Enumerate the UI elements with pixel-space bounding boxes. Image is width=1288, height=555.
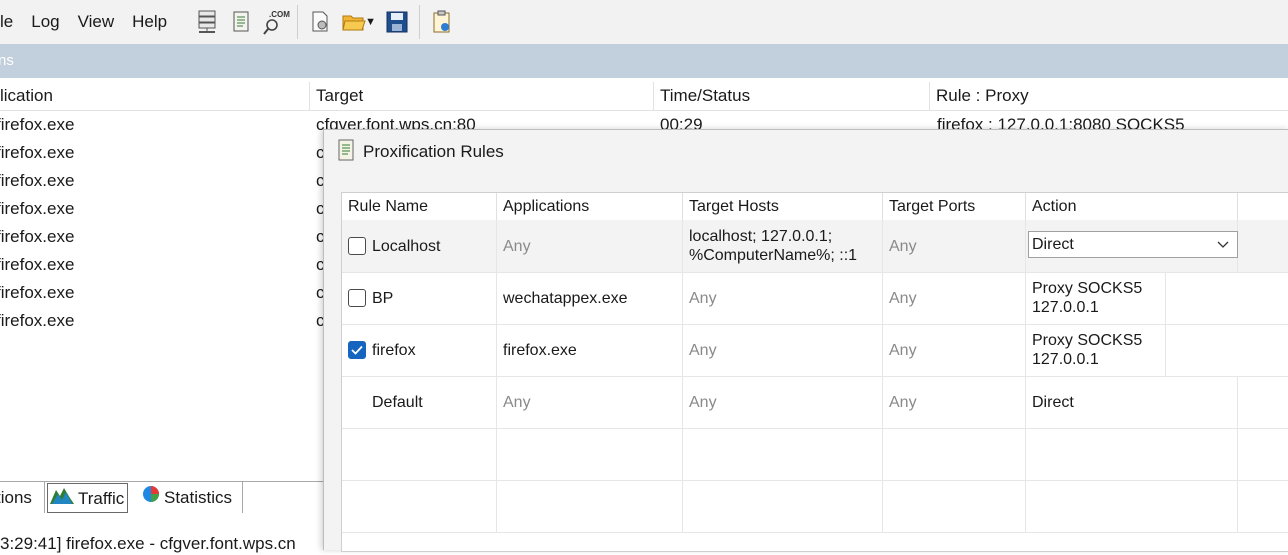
rule-row-firefox[interactable]: firefox firefox.exe Any Any Proxy SOCKS5…: [342, 324, 1288, 377]
column-target-ports[interactable]: Target Ports: [883, 193, 1026, 220]
cell-target-hosts: localhost; 127.0.0.1; %ComputerName%; ::…: [683, 220, 883, 272]
connections-header: lication Target Time/Status Rule : Proxy: [0, 82, 1288, 111]
cell-application: firefox.exe: [0, 115, 75, 134]
cell-applications: wechatappex.exe: [497, 272, 683, 324]
rule-name: BP: [372, 289, 394, 307]
toolbar-separator: [297, 5, 299, 39]
cell-target-ports: Any: [883, 272, 1026, 324]
rules-scroll-icon: [336, 138, 356, 167]
menu-help[interactable]: Help: [123, 0, 176, 44]
chevron-down-icon: [1217, 237, 1229, 256]
cell-target-ports: Any: [883, 324, 1026, 376]
cell-application: firefox.exe: [0, 311, 75, 330]
action-dropdown-value: Direct: [1032, 236, 1074, 253]
menu-view[interactable]: View: [69, 0, 124, 44]
rules-table: Rule Name Applications Target Hosts Targ…: [341, 192, 1288, 552]
cell-application: firefox.exe: [0, 283, 75, 302]
chevron-down-icon[interactable]: ▼: [365, 16, 376, 28]
empty-row: [342, 428, 1288, 481]
dns-com-icon[interactable]: .COM: [258, 5, 292, 39]
rule-enabled-checkbox[interactable]: [348, 341, 366, 359]
clipboard-icon[interactable]: [425, 5, 459, 39]
cell-rule-name: BP: [342, 272, 497, 324]
statistics-pie-icon: [142, 482, 160, 513]
cell-rule-name: firefox: [342, 324, 497, 376]
cell-rule-name: Localhost: [342, 220, 497, 272]
column-target-hosts[interactable]: Target Hosts: [683, 193, 883, 220]
bottom-tabs: tions Traffic Statistics: [0, 481, 323, 514]
proxification-rules-dialog: Proxification Rules Rule Name Applicatio…: [323, 129, 1288, 552]
menu-log[interactable]: Log: [22, 0, 68, 44]
cell-application: firefox.exe: [0, 255, 75, 274]
toolbar-separator: [419, 5, 421, 39]
rule-row-bp[interactable]: BP wechatappex.exe Any Any Proxy SOCKS5 …: [342, 272, 1288, 325]
log-line: 3:29:41] firefox.exe - cfgver.font.wps.c…: [0, 534, 296, 553]
tab-label: tions: [0, 488, 32, 507]
action-dropdown[interactable]: Direct: [1028, 231, 1238, 258]
cell-rule-name: Default: [342, 376, 497, 428]
cell-applications: Any: [497, 220, 683, 272]
rule-enabled-checkbox[interactable]: [348, 237, 366, 255]
toolbar: .COM ▼: [190, 5, 459, 39]
dialog-title: Proxification Rules: [363, 142, 504, 161]
column-target[interactable]: Target: [310, 82, 654, 110]
cell-action: Direct: [1026, 376, 1238, 428]
connections-section-bar: ns: [0, 44, 1288, 78]
cell-application: firefox.exe: [0, 143, 75, 162]
tab-label: Traffic: [78, 488, 125, 508]
new-profile-icon[interactable]: [303, 5, 337, 39]
menu-bar: le Log View Help .COM ▼: [0, 0, 1288, 44]
cell-target-hosts: Any: [683, 272, 883, 324]
rule-enabled-checkbox[interactable]: [348, 289, 366, 307]
section-title: ns: [0, 52, 14, 69]
cell-applications: Any: [497, 376, 683, 428]
cell-application: firefox.exe: [0, 227, 75, 246]
rule-name: Localhost: [372, 237, 441, 255]
cell-target-hosts: Any: [683, 376, 883, 428]
cell-application: firefox.exe: [0, 199, 75, 218]
cell-target-hosts: Any: [683, 324, 883, 376]
cell-application: firefox.exe: [0, 171, 75, 190]
column-action[interactable]: Action: [1026, 193, 1238, 220]
column-rule-name[interactable]: Rule Name: [342, 193, 497, 220]
tab-statistics[interactable]: Statistics: [136, 482, 243, 513]
column-applications[interactable]: Applications: [497, 193, 683, 220]
rule-row-localhost[interactable]: Localhost Any localhost; 127.0.0.1; %Com…: [342, 220, 1288, 273]
tab-connections[interactable]: tions: [0, 482, 45, 513]
tab-traffic[interactable]: Traffic: [47, 483, 129, 514]
server-list-icon[interactable]: [190, 5, 224, 39]
column-time-status[interactable]: Time/Status: [654, 82, 930, 110]
rule-name: Default: [372, 393, 423, 411]
cell-target-ports: Any: [883, 220, 1026, 272]
cell-action: Direct: [1026, 220, 1238, 272]
menu-file[interactable]: le: [0, 0, 22, 44]
tab-label: Statistics: [164, 488, 233, 507]
rule-name: firefox: [372, 341, 416, 359]
cell-action: Proxy SOCKS5 127.0.0.1: [1026, 324, 1166, 376]
svg-text:.COM: .COM: [269, 10, 290, 19]
empty-row: [342, 480, 1288, 533]
cell-applications: firefox.exe: [497, 324, 683, 376]
column-rule-proxy[interactable]: Rule : Proxy: [930, 82, 1288, 110]
cell-target-ports: Any: [883, 376, 1026, 428]
checkmark-icon: [351, 345, 363, 355]
save-profile-icon[interactable]: [380, 5, 414, 39]
traffic-icon: [50, 483, 74, 514]
log-icon[interactable]: [224, 5, 258, 39]
cell-action: Proxy SOCKS5 127.0.0.1: [1026, 272, 1166, 324]
column-application[interactable]: lication: [0, 82, 310, 110]
rule-row-default[interactable]: Default Any Any Any Direct: [342, 376, 1288, 429]
dialog-title-bar[interactable]: Proxification Rules: [336, 139, 504, 165]
